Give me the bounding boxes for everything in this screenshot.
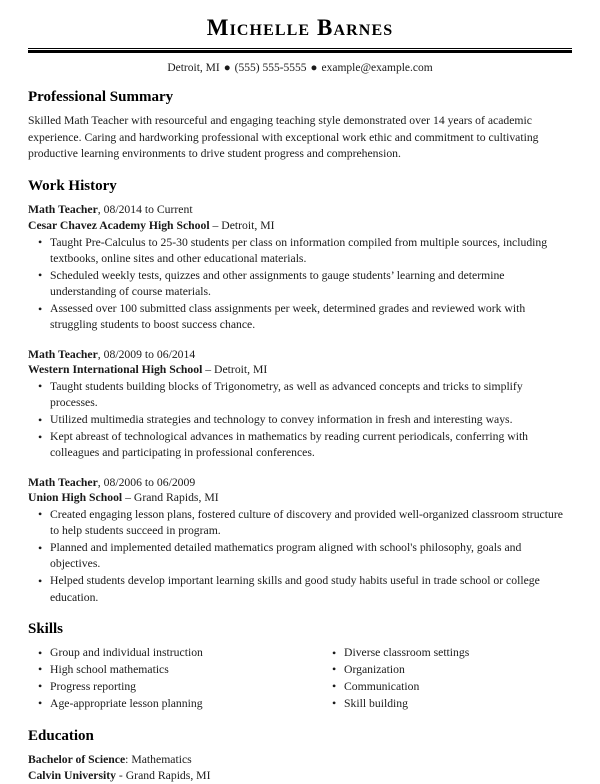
contact-separator-1: ● [223,62,231,74]
contact-line: Detroit, MI ● (555) 555-5555 ● example@examp… [28,62,572,74]
job-bullet-list: Created engaging lesson plans, fostered … [28,506,572,606]
skills-column-left: Group and individual instructionHigh sch… [28,645,300,713]
summary-paragraph: Skilled Math Teacher with resourceful an… [28,114,539,161]
section-title-education: Education [28,727,94,744]
job-company-separator: – [202,363,215,377]
section-skills: Skills Group and individual instructionH… [28,621,572,713]
skill-item: Group and individual instruction [28,645,300,662]
job-entry: Math Teacher, 08/2009 to 06/2014 Western … [28,347,572,462]
job-dates: 08/2014 to Current [103,203,193,217]
contact-separator-2: ● [310,62,318,74]
skills-columns: Group and individual instructionHigh sch… [28,645,572,713]
education-degree: Bachelor of Science [28,753,126,767]
job-location: Grand Rapids, MI [133,491,219,505]
skill-item: Age-appropriate lesson planning [28,695,300,713]
section-title-skills: Skills [28,620,64,637]
section-professional-summary: Professional Summary Skilled Math Teache… [28,89,572,163]
job-bullet: Planned and implemented detailed mathema… [28,540,572,572]
job-company: Cesar Chavez Academy High School [28,219,210,232]
job-role: Math Teacher [28,347,98,361]
job-company: Western International High School [28,363,203,377]
job-bullet: Helped students develop important learni… [28,573,572,605]
job-bullet: Kept abreast of technological advances i… [28,429,572,461]
job-dates: 08/2009 to 06/2014 [103,347,196,361]
skill-item: Progress reporting [28,678,300,696]
job-bullet: Utilized multimedia strategies and techn… [28,412,572,429]
job-bullet: Assessed over 100 submitted class assign… [28,301,572,333]
section-title-work-history: Work History [28,178,117,195]
section-work-history: Work History Math Teacher, 08/2014 to Cu… [28,178,572,606]
candidate-name: Michelle Barnes [206,15,394,40]
contact-email: example@example.com [321,62,433,74]
header-divider [28,48,572,53]
job-entry: Math Teacher, 08/2014 to Current Cesar Ch… [28,202,572,333]
job-bullet-list: Taught Pre-Calculus to 25-30 students pe… [28,234,572,334]
job-title-line: Math Teacher, 08/2014 to Current [28,202,572,218]
education-degree-line: Bachelor of Science: Mathematics [28,752,572,768]
job-location: Detroit, MI [221,219,275,232]
skills-list-right: Diverse classroom settingsOrganizationCo… [322,645,572,713]
education-field: Mathematics [131,753,192,767]
job-bullet: Created engaging lesson plans, fostered … [28,506,572,539]
job-bullet-list: Taught students building blocks of Trigo… [28,378,572,462]
job-bullet: Taught Pre-Calculus to 25-30 students pe… [28,234,572,267]
job-location: Detroit, MI [214,363,268,377]
contact-phone: (555) 555-5555 [234,62,307,74]
job-bullet: Scheduled weekly tests, quizzes and othe… [28,267,572,300]
job-company-line: Western International High School – Detr… [28,362,572,378]
job-title-line: Math Teacher, 08/2009 to 06/2014 [28,347,572,363]
job-entry: Math Teacher, 08/2006 to 06/2009 Union Hi… [28,475,572,606]
job-dates: 08/2006 to 06/2009 [103,475,196,489]
job-role: Math Teacher [28,475,98,489]
job-company-line: Cesar Chavez Academy High School – Detro… [28,218,572,234]
section-title-summary: Professional Summary [28,89,174,105]
skill-item: High school mathematics [28,661,300,679]
contact-location: Detroit, MI [167,62,220,74]
job-company-separator: – [122,491,134,505]
job-list: Math Teacher, 08/2014 to Current Cesar Ch… [28,202,572,605]
job-company-separator: – [209,219,222,232]
divider-line-thick [28,50,572,53]
skills-list-left: Group and individual instructionHigh sch… [28,645,300,713]
skills-column-right: Diverse classroom settingsOrganizationCo… [300,645,572,713]
resume-page: Michelle Barnes Detroit, MI ● (555) 555-55… [0,0,600,782]
skill-item: Organization [322,661,572,679]
job-role: Math Teacher [28,203,98,217]
job-title-line: Math Teacher, 08/2006 to 06/2009 [28,475,572,491]
job-company: Union High School [28,491,123,505]
skill-item: Diverse classroom settings [322,645,572,662]
skill-item: Communication [322,678,572,696]
job-bullet: Taught students building blocks of Trigo… [28,378,572,411]
job-company-line: Union High School – Grand Rapids, MI [28,490,572,506]
skill-item: Skill building [322,695,572,713]
